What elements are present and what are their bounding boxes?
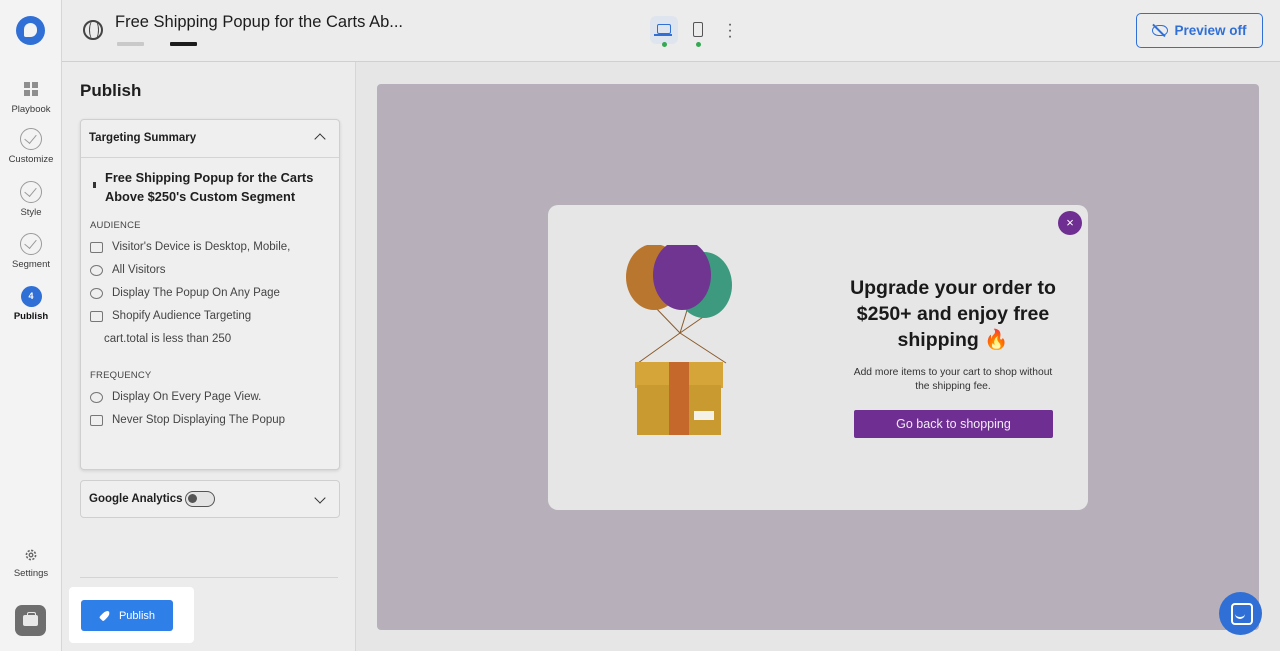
publish-panel: Publish Targeting Summary Free Shipping … xyxy=(62,62,356,651)
audience-page: Display The Popup On Any Page xyxy=(90,287,280,299)
panel-heading: Publish xyxy=(80,81,142,100)
targeting-summary-card: Targeting Summary Free Shipping Popup fo… xyxy=(80,119,340,470)
desktop-view-button[interactable] xyxy=(650,16,678,47)
audience-condition: cart.total is less than 250 xyxy=(104,333,232,345)
mobile-view-button[interactable] xyxy=(684,16,712,47)
rail-item-style[interactable]: Style xyxy=(0,181,62,218)
check-circle-icon xyxy=(20,181,42,203)
card-title: Targeting Summary xyxy=(89,132,197,144)
chat-widget-icon[interactable] xyxy=(1219,592,1262,635)
rail-item-customize[interactable]: Customize xyxy=(0,128,62,165)
popup-preview[interactable]: × Upgrade your order to $250+ and enjoy … xyxy=(548,205,1088,510)
check-circle-icon xyxy=(20,128,42,150)
rail-item-segment[interactable]: Segment xyxy=(0,233,62,270)
divider xyxy=(80,577,338,578)
frequency-heading: FREQUENCY xyxy=(90,370,152,381)
frequency-never-stop: Never Stop Displaying The Popup xyxy=(90,414,285,426)
popup-subtitle: Add more items to your cart to shop with… xyxy=(853,367,1053,392)
google-analytics-toggle[interactable] xyxy=(185,491,215,507)
segment-name: Free Shipping Popup for the Carts Above … xyxy=(105,170,314,204)
status-dot xyxy=(662,42,667,47)
card-title: Google Analytics xyxy=(89,493,183,505)
rail-item-label: Settings xyxy=(13,568,49,579)
device-icon xyxy=(90,241,103,253)
google-analytics-card: Google Analytics xyxy=(80,480,340,518)
rail-item-publish[interactable]: 4 Publish xyxy=(0,286,62,322)
audience-visitors: All Visitors xyxy=(90,264,165,276)
rail-item-label: Segment xyxy=(11,259,51,270)
publish-label: Publish xyxy=(118,609,156,622)
monitor-icon xyxy=(90,414,103,426)
title-tabs xyxy=(117,33,223,51)
app-logo[interactable] xyxy=(16,16,45,45)
bullet-icon xyxy=(93,182,96,188)
nav-rail: Playbook Customize Style Segment 4 Publi… xyxy=(0,0,62,651)
history-icon xyxy=(90,391,103,403)
publish-highlight: Publish xyxy=(69,587,194,643)
balloon-gift-illustration xyxy=(626,245,732,435)
popup-title: Upgrade your order to $250+ and enjoy fr… xyxy=(850,277,1056,351)
publish-button[interactable]: Publish xyxy=(81,600,173,631)
rail-item-settings[interactable]: Settings xyxy=(0,548,62,579)
rail-item-label: Publish xyxy=(13,311,49,322)
chevron-down-icon[interactable] xyxy=(314,492,326,504)
grid-icon xyxy=(24,82,38,96)
users-icon xyxy=(90,264,103,276)
frequency-every-view: Display On Every Page View. xyxy=(90,391,261,403)
laptop-icon xyxy=(654,24,672,36)
check-circle-icon xyxy=(20,233,42,255)
audience-device: Visitor's Device is Desktop, Mobile, xyxy=(90,241,290,253)
preview-toggle-button[interactable]: Preview off xyxy=(1136,13,1263,48)
google-analytics-header[interactable]: Google Analytics xyxy=(81,481,339,519)
close-icon[interactable]: × xyxy=(1058,211,1082,235)
chevron-up-icon[interactable] xyxy=(314,133,326,145)
preview-label: Preview off xyxy=(1174,23,1247,38)
status-dot xyxy=(696,42,701,47)
eye-off-icon xyxy=(1152,25,1169,36)
gear-icon xyxy=(25,549,37,561)
campaign-title[interactable]: Free Shipping Popup for the Carts Ab... xyxy=(115,13,403,32)
audience-heading: AUDIENCE xyxy=(90,220,141,231)
rail-item-label: Customize xyxy=(8,154,54,165)
rocket-icon xyxy=(99,610,111,622)
preview-canvas: × Upgrade your order to $250+ and enjoy … xyxy=(377,84,1259,630)
audience-shopify: Shopify Audience Targeting xyxy=(90,310,251,322)
rail-item-label: Style xyxy=(20,207,42,218)
targeting-summary-header[interactable]: Targeting Summary xyxy=(81,120,339,158)
shop-icon xyxy=(90,310,103,322)
rail-item-playbook[interactable]: Playbook xyxy=(0,78,62,115)
go-back-shopping-button[interactable]: Go back to shopping xyxy=(854,410,1053,438)
top-header: Free Shipping Popup for the Carts Ab... … xyxy=(62,0,1280,62)
rail-item-label: Playbook xyxy=(11,104,51,115)
link-icon xyxy=(90,287,103,299)
more-menu-icon[interactable]: · · · xyxy=(724,17,736,45)
phone-icon xyxy=(693,22,703,37)
briefcase-icon[interactable] xyxy=(15,605,46,636)
globe-icon[interactable] xyxy=(83,20,103,40)
step-number-badge: 4 xyxy=(20,286,42,307)
